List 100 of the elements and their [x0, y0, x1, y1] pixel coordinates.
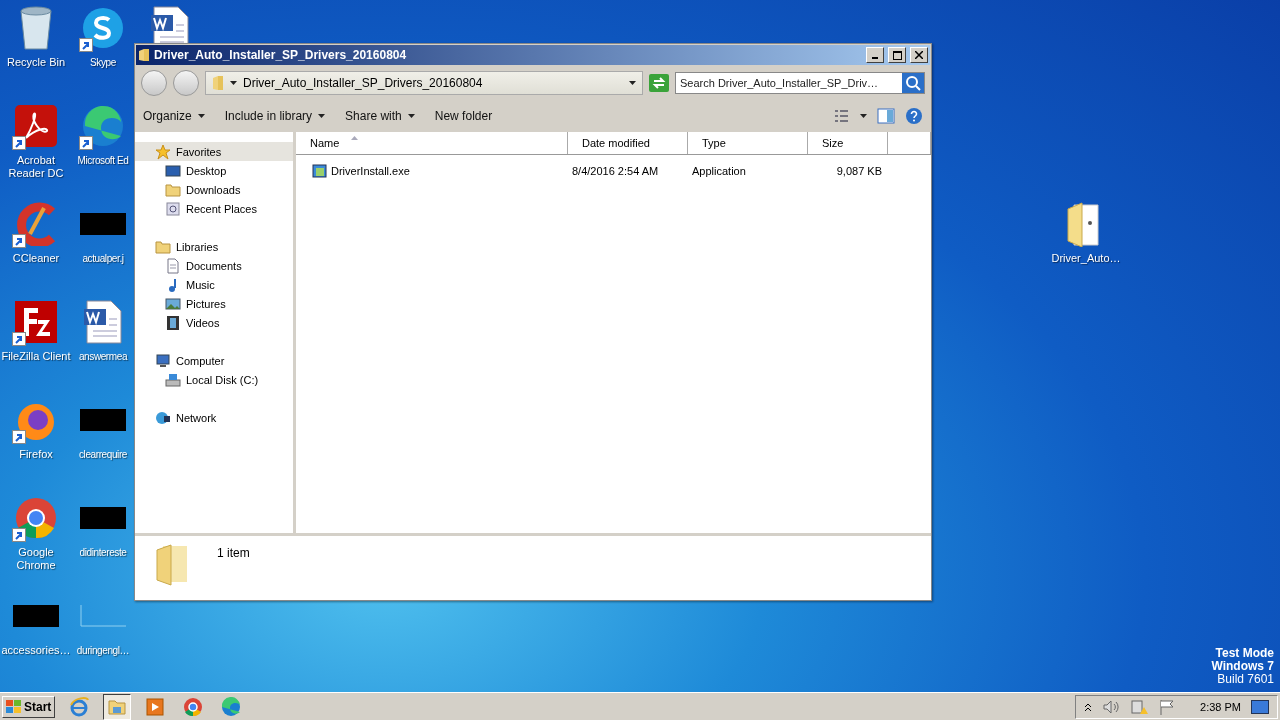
table-cell-text: 8/4/2016 2:54 AM [571, 165, 660, 177]
image-thumbnail [80, 409, 126, 431]
column-header[interactable]: Date modified [568, 132, 688, 154]
acrobat-icon [14, 104, 58, 148]
back-button[interactable] [141, 70, 167, 96]
preview-pane-icon[interactable] [877, 108, 895, 124]
folder-icon [138, 48, 150, 62]
sort-arrow-icon [351, 136, 358, 140]
show-desktop-icon[interactable] [1251, 699, 1269, 714]
nav-item[interactable]: Desktop [135, 161, 293, 180]
image-thumbnail [80, 605, 126, 627]
window-title: Driver_Auto_Installer_SP_Drivers_20160804 [154, 48, 408, 62]
play-icon [145, 696, 166, 717]
chrome-icon [14, 496, 58, 540]
toolbar-button[interactable]: Include in library [224, 109, 326, 123]
icon-label[interactable]: Skype [90, 56, 116, 69]
column-header[interactable]: Type [688, 132, 808, 154]
address-bar[interactable]: Driver_Auto_Installer_SP_Drivers_20160804 [205, 71, 643, 95]
toolbar-button[interactable]: Share with [345, 109, 415, 123]
maximize-button[interactable] [888, 47, 906, 63]
chevron-up-icon[interactable] [1084, 701, 1093, 712]
star-icon [155, 143, 171, 160]
nav-item[interactable]: Computer [135, 351, 293, 370]
nav-item[interactable]: Favorites [135, 142, 293, 161]
edge-icon [221, 696, 242, 717]
icon-label[interactable]: answermea [78, 350, 128, 363]
nav-item[interactable]: Music [135, 275, 293, 294]
image-thumbnail [80, 507, 126, 529]
skype-icon [81, 6, 125, 50]
nav-item[interactable]: Network [135, 408, 293, 427]
icon-label[interactable]: Driver_Auto… [1051, 252, 1121, 265]
icon-label[interactable]: Microsoft Ed [77, 154, 129, 167]
refresh-icon[interactable] [649, 74, 669, 92]
icon-label[interactable]: Firefox [19, 448, 53, 461]
close-icon [915, 51, 923, 59]
globe-icon [155, 409, 171, 426]
start-button[interactable]: Start [2, 695, 56, 718]
picture-icon [165, 295, 181, 312]
dropdown-arrow-icon [860, 114, 867, 118]
nav-item[interactable]: Pictures [135, 294, 293, 313]
nav-item[interactable]: Recent Places [135, 199, 293, 218]
icon-label[interactable]: actualper.j [82, 252, 124, 265]
system-text: Build 7601 [1217, 673, 1274, 686]
browser-e-icon [69, 696, 90, 717]
dropdown-arrow-icon [629, 81, 636, 85]
nav-item[interactable]: Local Disk (C:) [135, 370, 293, 389]
system-text: Test Mode [1215, 647, 1274, 660]
image-thumbnail [80, 213, 126, 235]
document-icon [165, 257, 181, 274]
taskbar-app[interactable] [103, 693, 132, 720]
clock: 2:38 PM [1200, 700, 1241, 713]
search-icon[interactable] [902, 73, 924, 93]
icon-label[interactable]: Recycle Bin [6, 56, 66, 69]
icon-label[interactable]: accessories… [1, 644, 71, 657]
film-icon [165, 314, 181, 331]
toolbar-button[interactable]: New folder [434, 109, 493, 123]
icon-label[interactable]: FileZilla Client [1, 350, 71, 363]
close-button[interactable] [910, 47, 928, 63]
nav-item[interactable]: Videos [135, 313, 293, 332]
help-icon[interactable] [905, 107, 923, 125]
nav-item[interactable]: Libraries [135, 237, 293, 256]
maximize-icon [892, 50, 902, 60]
column-header[interactable]: Name [296, 132, 568, 154]
drive-icon [165, 371, 181, 388]
item-count: 1 item [217, 546, 250, 560]
network-icon[interactable] [1130, 698, 1149, 715]
column-header[interactable]: Size [808, 132, 888, 154]
icon-label[interactable]: CCleaner [12, 252, 60, 265]
monitor-icon [165, 162, 181, 179]
address-path: Driver_Auto_Installer_SP_Drivers_20160804 [243, 76, 484, 90]
ccleaner-icon [14, 202, 58, 246]
chrome-icon [183, 696, 204, 717]
dropdown-arrow-icon [197, 114, 205, 118]
table-cell-text: 9,087 KB [835, 165, 883, 177]
nav-item[interactable]: Downloads [135, 180, 293, 199]
toolbar-button[interactable]: Organize [143, 109, 205, 123]
folder-icon [165, 181, 181, 198]
nav-item[interactable]: Documents [135, 256, 293, 275]
forward-button[interactable] [173, 70, 199, 96]
dropdown-arrow-icon [407, 114, 415, 118]
installer-icon [312, 163, 328, 179]
edge-icon [81, 104, 125, 148]
list-view-icon[interactable] [834, 109, 850, 123]
filezilla-icon [14, 300, 58, 344]
system-text: Windows 7 [1211, 660, 1274, 673]
clock-icon [165, 200, 181, 217]
table-cell-text: Application [691, 165, 747, 177]
dropdown-arrow-icon [318, 114, 326, 118]
search-field[interactable]: Search Driver_Auto_Installer_SP_Driv… [675, 72, 925, 94]
file-name[interactable]: DriverInstall.exe [296, 163, 568, 179]
folder-icon [212, 75, 224, 91]
icon-label[interactable]: Acrobat Reader DC [1, 154, 71, 180]
computer-icon [155, 352, 171, 369]
folder-icon [155, 238, 171, 255]
minimize-button[interactable] [866, 47, 884, 63]
dropdown-arrow-icon [230, 81, 237, 85]
word-icon [83, 299, 123, 345]
image-thumbnail [13, 605, 59, 627]
speaker-icon[interactable] [1102, 698, 1121, 715]
windows-logo-icon [6, 699, 22, 714]
